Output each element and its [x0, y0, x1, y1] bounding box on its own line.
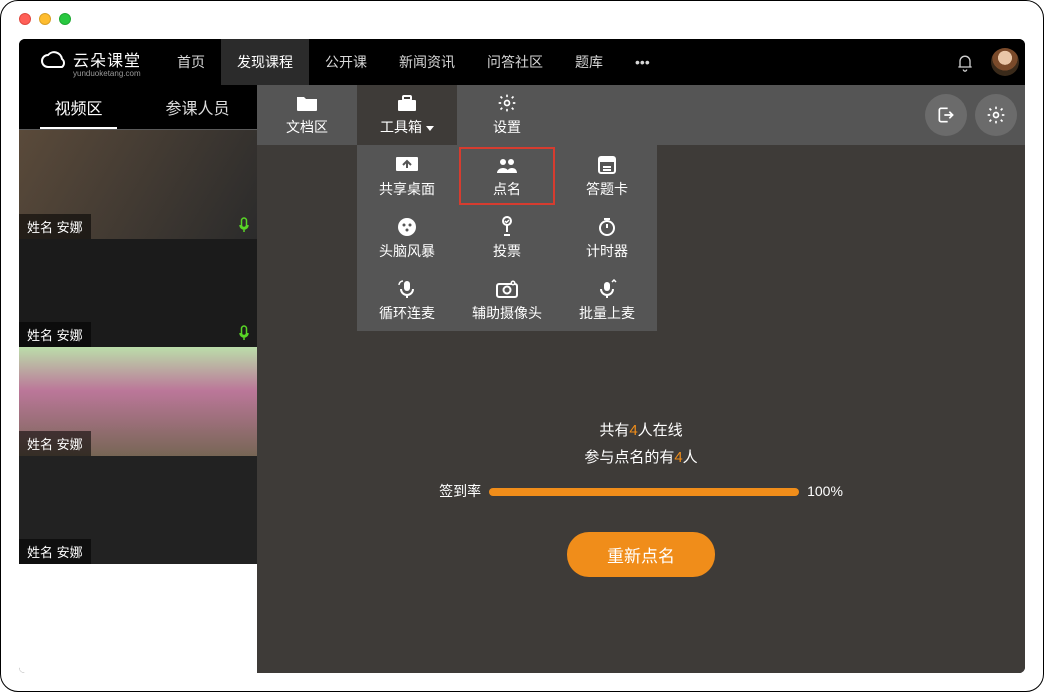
screen-share-icon	[395, 154, 419, 176]
nav-home[interactable]: 首页	[161, 39, 221, 85]
top-nav: 云朵课堂 yunduoketang.com 首页 发现课程 公开课 新闻资讯 问…	[19, 39, 1025, 85]
maximize-dot[interactable]	[59, 13, 71, 25]
video-tile-empty	[19, 564, 257, 673]
minimize-dot[interactable]	[39, 13, 51, 25]
user-avatar[interactable]	[985, 39, 1025, 85]
toolbar-doc-area[interactable]: 文档区	[257, 85, 357, 145]
re-rollcall-button[interactable]: 重新点名	[567, 532, 715, 577]
video-name-tag: 姓名 安娜	[19, 214, 91, 239]
nav-qa-community[interactable]: 问答社区	[471, 39, 559, 85]
tab-participants[interactable]: 参课人员	[138, 85, 257, 129]
gear-icon	[497, 93, 517, 113]
toolbar-doc-label: 文档区	[286, 117, 328, 137]
app-body: 视频区 参课人员 姓名 安娜 姓名 安娜 姓名 安娜 姓名 安娜 文档区	[19, 85, 1025, 673]
main-panel: 文档区 工具箱 设置 共享桌面 点名	[257, 85, 1025, 673]
mic-on-icon	[237, 217, 251, 233]
timer-icon	[597, 216, 617, 238]
toolbox-icon	[396, 93, 418, 113]
toolbar-settings[interactable]: 设置	[457, 85, 557, 145]
participate-line: 参与点名的有4人	[257, 444, 1025, 471]
tool-share-desktop[interactable]: 共享桌面	[357, 145, 457, 207]
video-tile[interactable]: 姓名 安娜	[19, 456, 257, 565]
cloud-icon	[39, 51, 67, 73]
mic-up-icon	[597, 278, 617, 300]
vote-icon	[498, 216, 516, 238]
gear-icon	[986, 105, 1006, 125]
people-icon	[495, 154, 519, 176]
exit-icon	[936, 105, 956, 125]
brainstorm-icon	[397, 216, 417, 238]
avatar-image	[991, 48, 1019, 76]
brand-name: 云朵课堂	[73, 47, 141, 71]
main-toolbar: 文档区 工具箱 设置	[257, 85, 1025, 145]
toolbar-toolbox[interactable]: 工具箱	[357, 85, 457, 145]
chevron-down-icon	[426, 126, 434, 131]
toolbar-toolbox-label: 工具箱	[380, 117, 434, 137]
settings-round-button[interactable]	[975, 94, 1017, 136]
signin-rate-label: 签到率	[439, 479, 481, 504]
video-name-tag: 姓名 安娜	[19, 539, 91, 564]
online-count: 4	[629, 422, 637, 439]
nav-discover-courses[interactable]: 发现课程	[221, 39, 309, 85]
answer-card-icon	[597, 154, 617, 176]
signin-rate-row: 签到率 100%	[257, 479, 1025, 504]
nav-question-bank[interactable]: 题库	[559, 39, 619, 85]
video-tile[interactable]: 姓名 安娜	[19, 347, 257, 456]
tool-brainstorm[interactable]: 头脑风暴	[357, 207, 457, 269]
close-dot[interactable]	[19, 13, 31, 25]
toolbar-settings-label: 设置	[493, 117, 521, 137]
participate-count: 4	[674, 449, 682, 466]
signin-rate-percent: 100%	[807, 479, 843, 504]
app-inner: 云朵课堂 yunduoketang.com 首页 发现课程 公开课 新闻资讯 问…	[19, 39, 1025, 673]
brand-sub: yunduoketang.com	[73, 69, 141, 78]
tool-answer-card[interactable]: 答题卡	[557, 145, 657, 207]
mac-traffic-lights	[19, 13, 71, 25]
side-tabs: 视频区 参课人员	[19, 85, 257, 129]
toolbox-dropdown: 共享桌面 点名 答题卡 头脑风暴 投票 计时器 循环连麦 辅助摄像头 批量上麦	[357, 145, 657, 331]
camera-plus-icon	[496, 278, 518, 300]
tool-batch-mic[interactable]: 批量上麦	[557, 269, 657, 331]
mic-loop-icon	[397, 278, 417, 300]
video-name-tag: 姓名 安娜	[19, 431, 91, 456]
notifications-button[interactable]	[945, 39, 985, 85]
nav-open-courses[interactable]: 公开课	[309, 39, 383, 85]
tool-loop-mic[interactable]: 循环连麦	[357, 269, 457, 331]
nav-more[interactable]: •••	[619, 39, 666, 85]
video-tile[interactable]: 姓名 安娜	[19, 130, 257, 239]
tool-aux-camera[interactable]: 辅助摄像头	[457, 269, 557, 331]
video-tile[interactable]: 姓名 安娜	[19, 239, 257, 348]
side-panel: 视频区 参课人员 姓名 安娜 姓名 安娜 姓名 安娜 姓名 安娜	[19, 85, 257, 673]
mic-on-icon	[237, 325, 251, 341]
app-window: 云朵课堂 yunduoketang.com 首页 发现课程 公开课 新闻资讯 问…	[0, 0, 1044, 692]
video-name-tag: 姓名 安娜	[19, 322, 91, 347]
brand-logo[interactable]: 云朵课堂 yunduoketang.com	[19, 47, 161, 78]
folder-icon	[296, 93, 318, 113]
tool-roll-call[interactable]: 点名	[457, 145, 557, 207]
signin-rate-bar	[489, 488, 799, 496]
tab-video-area[interactable]: 视频区	[19, 85, 138, 129]
nav-news[interactable]: 新闻资讯	[383, 39, 471, 85]
bell-icon	[955, 52, 975, 72]
online-line: 共有4人在线	[257, 417, 1025, 444]
tool-timer[interactable]: 计时器	[557, 207, 657, 269]
exit-button[interactable]	[925, 94, 967, 136]
tool-vote[interactable]: 投票	[457, 207, 557, 269]
rollcall-status: 共有4人在线 参与点名的有4人 签到率 100% 重新点名	[257, 417, 1025, 577]
video-list: 姓名 安娜 姓名 安娜 姓名 安娜 姓名 安娜	[19, 130, 257, 673]
